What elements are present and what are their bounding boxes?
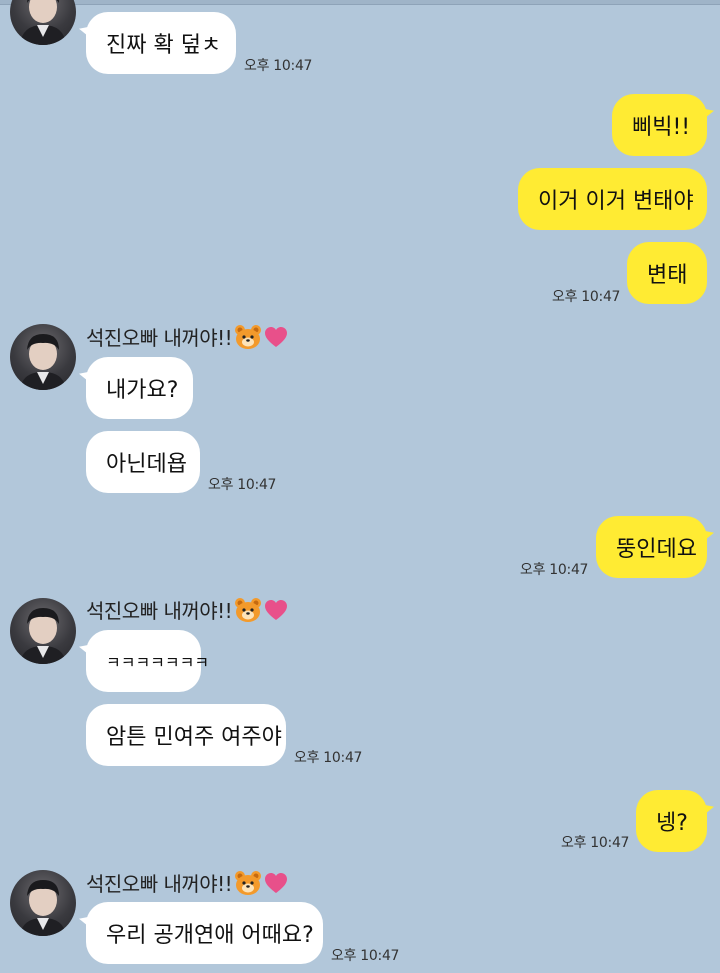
message-bubble[interactable]: 넹? xyxy=(636,790,707,852)
message-bubble[interactable]: 진짜 확 덮ㅊ xyxy=(86,12,236,74)
sender-name: 석진오빠 내꺼야!! xyxy=(86,595,288,624)
timestamp: 오후 10:47 xyxy=(561,835,630,851)
message-bubble[interactable]: 변태 xyxy=(627,242,707,304)
message-bubble[interactable]: 아닌데욥 xyxy=(86,431,200,493)
heart-icon xyxy=(264,872,288,894)
timestamp: 오후 10:47 xyxy=(552,289,621,305)
sender-avatar[interactable] xyxy=(10,324,76,390)
sender-avatar[interactable] xyxy=(10,870,76,936)
sender-name: 석진오빠 내꺼야!! xyxy=(86,868,288,897)
message-bubble[interactable]: ㅋㅋㅋㅋㅋㅋㅋ xyxy=(86,630,209,692)
heart-icon xyxy=(264,326,288,348)
message-bubble[interactable]: 내가요? xyxy=(86,357,193,419)
timestamp: 오후 10:47 xyxy=(520,562,589,578)
sender-name: 석진오빠 내꺼야!! xyxy=(86,322,288,351)
sender-name-label: 석진오빠 내꺼야!! xyxy=(86,326,233,350)
sender-name-label: 석진오빠 내꺼야!! xyxy=(86,599,233,623)
timestamp: 오후 10:47 xyxy=(244,58,313,74)
message-bubble[interactable]: 이거 이거 변태야 xyxy=(518,168,707,230)
message-bubble[interactable]: 우리 공개연애 어때요? xyxy=(86,902,323,964)
bear-face-icon xyxy=(234,596,262,624)
top-divider xyxy=(0,0,720,5)
timestamp: 오후 10:47 xyxy=(208,477,277,493)
sender-avatar[interactable] xyxy=(10,598,76,664)
message-bubble[interactable]: 암튼 민여주 여주야 xyxy=(86,704,286,766)
timestamp: 오후 10:47 xyxy=(294,750,363,766)
bear-face-icon xyxy=(234,323,262,351)
sender-avatar[interactable] xyxy=(10,0,76,45)
sender-name-label: 석진오빠 내꺼야!! xyxy=(86,872,233,896)
heart-icon xyxy=(264,599,288,621)
message-bubble[interactable]: 삐빅!! xyxy=(612,94,707,156)
timestamp: 오후 10:47 xyxy=(331,948,400,964)
message-bubble[interactable]: 뚱인데요 xyxy=(596,516,707,578)
bear-face-icon xyxy=(234,869,262,897)
